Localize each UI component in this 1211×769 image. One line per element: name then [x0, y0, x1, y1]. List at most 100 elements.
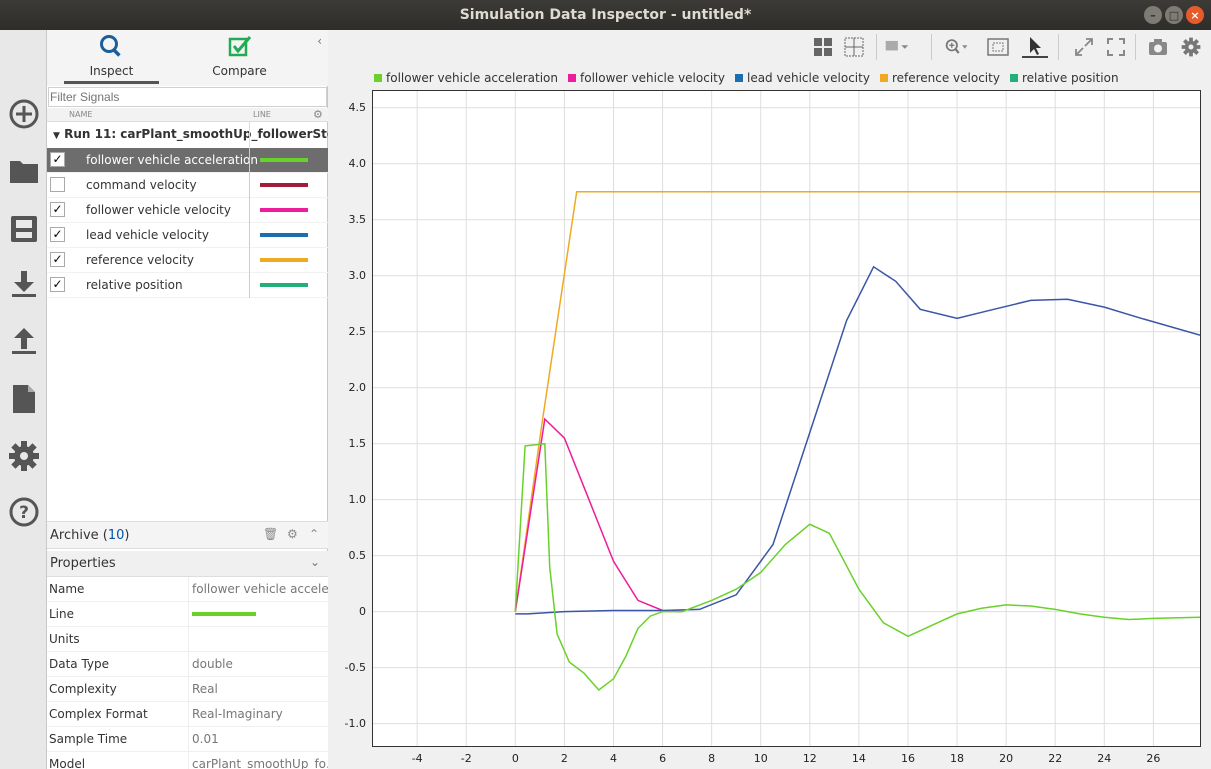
export-icon[interactable] [6, 323, 42, 359]
visualization-icon[interactable] [884, 36, 910, 58]
x-tick-label: 24 [1097, 752, 1112, 765]
property-value[interactable]: follower vehicle accele… [188, 577, 328, 602]
property-key: Line [49, 607, 75, 621]
camera-icon[interactable] [1145, 36, 1171, 58]
trash-icon[interactable]: 🗑 [263, 527, 278, 541]
minimize-button[interactable]: – [1144, 6, 1162, 24]
signal-row[interactable]: ✓ follower vehicle velocity [47, 198, 328, 223]
column-settings-icon[interactable]: ⚙ [313, 108, 323, 121]
y-tick-label: 4.5 [348, 100, 367, 114]
line-style-swatch[interactable] [260, 283, 308, 287]
run-row[interactable]: ▼ Run 11: carPlant_smoothUp_followerStop… [47, 124, 328, 146]
column-divider [249, 173, 250, 198]
y-tick-label: 3.5 [348, 212, 367, 226]
fit-to-view-icon[interactable] [985, 36, 1011, 58]
legend-item[interactable]: lead vehicle velocity [734, 70, 870, 86]
line-style-swatch[interactable] [260, 183, 308, 187]
signal-name: follower vehicle acceleration [86, 153, 258, 167]
archive-settings-icon[interactable]: ⚙ [287, 527, 298, 541]
legend-item[interactable]: follower vehicle acceleration [374, 70, 558, 86]
line-style-swatch[interactable] [260, 208, 308, 212]
property-value[interactable]: Real [188, 677, 328, 702]
x-tick-label: 20 [999, 752, 1014, 765]
property-key: Units [49, 632, 80, 646]
property-value[interactable]: carPlant_smoothUp_fo… [188, 752, 328, 769]
layout-grid-icon[interactable] [810, 36, 836, 58]
column-divider [249, 248, 250, 273]
signal-checkbox[interactable]: ✓ [50, 202, 65, 217]
signal-row[interactable]: command velocity [47, 173, 328, 198]
x-tick-label: 12 [802, 752, 817, 765]
signal-row[interactable]: ✓ relative position [47, 273, 328, 298]
series-line-follower-vehicle-acceleration[interactable] [514, 442, 1200, 692]
signal-checkbox[interactable]: ✓ [50, 227, 65, 242]
chevron-down-icon[interactable]: ⌄ [310, 555, 320, 569]
expand-triangle-icon[interactable]: ▼ [53, 131, 60, 141]
tab-inspect-label: Inspect [89, 64, 134, 78]
y-tick-label: -1.0 [344, 716, 366, 730]
legend-item[interactable]: reference velocity [879, 70, 1000, 86]
property-row: Line [47, 602, 328, 627]
expand-icon[interactable] [1071, 36, 1097, 58]
folder-icon[interactable] [6, 153, 42, 189]
y-tick-label: 2.5 [348, 324, 367, 338]
close-button[interactable]: × [1186, 6, 1204, 24]
help-icon[interactable]: ? [6, 494, 42, 530]
property-line-swatch[interactable] [188, 602, 328, 627]
tab-inspect[interactable]: Inspect [64, 34, 159, 84]
plot-legend: follower vehicle acceleration follower ve… [374, 70, 1129, 86]
x-tick-label: 4 [609, 752, 617, 765]
signal-checkbox[interactable] [50, 177, 65, 192]
column-divider [249, 273, 250, 298]
signal-checkbox[interactable]: ✓ [50, 277, 65, 292]
subplot-grid-icon[interactable] [841, 36, 867, 58]
settings-icon[interactable] [6, 438, 42, 474]
add-icon[interactable] [6, 96, 42, 132]
import-icon[interactable] [6, 266, 42, 302]
save-icon[interactable] [6, 211, 42, 247]
y-tick-label: 2.0 [348, 380, 367, 394]
window-title: Simulation Data Inspector - untitled* [459, 7, 752, 23]
report-icon[interactable] [6, 381, 42, 417]
zoom-icon[interactable] [944, 36, 970, 58]
x-tick-label: 6 [659, 752, 667, 765]
property-value[interactable]: 0.01 [188, 727, 328, 752]
collapse-panel-icon[interactable]: ‹ [317, 34, 322, 48]
x-tick-label: 2 [560, 752, 568, 765]
legend-swatch [1009, 74, 1018, 82]
column-divider [249, 148, 250, 173]
filter-signals-input[interactable] [48, 87, 327, 107]
archive-label: Archive [50, 528, 99, 543]
tab-compare-label: Compare [212, 64, 267, 78]
property-value[interactable]: double [188, 652, 328, 677]
property-value[interactable]: Real-Imaginary [188, 702, 328, 727]
property-key: Model [49, 757, 86, 769]
line-style-swatch[interactable] [260, 158, 308, 162]
legend-label: reference velocity [891, 71, 1000, 85]
plot-settings-icon[interactable] [1178, 36, 1204, 58]
signal-row[interactable]: ✓ lead vehicle velocity [47, 223, 328, 248]
x-tick-label: 0 [511, 752, 519, 765]
signal-row[interactable]: ✓ reference velocity [47, 248, 328, 273]
plot-canvas[interactable] [372, 90, 1201, 747]
property-value[interactable] [188, 627, 328, 652]
series-line-follower-vehicle-velocity[interactable] [514, 417, 683, 613]
signal-name: relative position [86, 278, 183, 292]
tab-compare[interactable]: Compare [192, 34, 287, 84]
property-key: Complex Format [49, 707, 148, 721]
series-line-reference-velocity[interactable] [514, 191, 1200, 612]
chevron-up-icon[interactable]: ⌃ [309, 527, 319, 541]
maximize-button[interactable]: □ [1165, 6, 1183, 24]
signal-checkbox[interactable]: ✓ [50, 152, 65, 167]
fullscreen-icon[interactable] [1103, 36, 1129, 58]
series-line-lead-vehicle-velocity[interactable] [515, 265, 1200, 615]
legend-item[interactable]: follower vehicle velocity [568, 70, 725, 86]
cursor-select-icon[interactable] [1022, 36, 1048, 58]
line-style-swatch[interactable] [260, 258, 308, 262]
y-tick-label: 1.5 [348, 436, 367, 450]
signal-checkbox[interactable]: ✓ [50, 252, 65, 267]
legend-item[interactable]: relative position [1009, 70, 1119, 86]
toolbar-separator [1135, 34, 1136, 60]
line-style-swatch[interactable] [260, 233, 308, 237]
signal-row[interactable]: ✓ follower vehicle acceleration [47, 148, 328, 173]
